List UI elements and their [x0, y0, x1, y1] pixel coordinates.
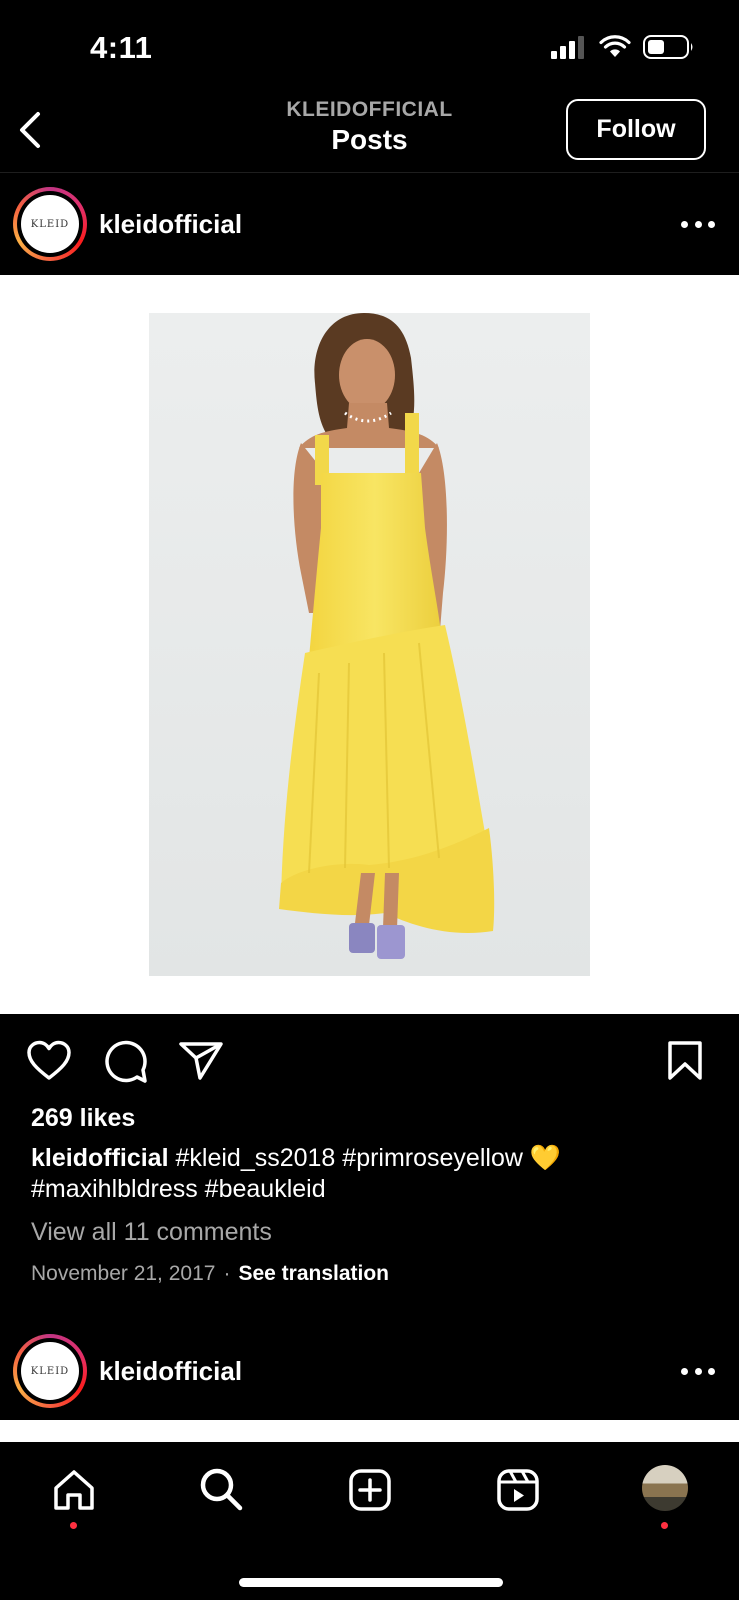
next-more-options-icon[interactable]	[681, 1366, 715, 1376]
post-photo[interactable]	[149, 313, 590, 976]
comment-bubble-icon[interactable]	[104, 1040, 148, 1084]
cellular-signal-icon	[551, 36, 584, 59]
next-post-image-edge[interactable]	[0, 1420, 739, 1442]
view-comments-link[interactable]: View all 11 comments	[31, 1218, 272, 1247]
caption-hashtags-line2[interactable]: #maxihlbldress #beaukleid	[31, 1174, 711, 1205]
post-username[interactable]: kleidofficial	[99, 209, 242, 240]
follow-button[interactable]: Follow	[566, 99, 706, 160]
next-avatar-logo-text: KLEID	[21, 1342, 79, 1400]
profile-notification-dot	[661, 1522, 668, 1529]
status-time: 4:11	[90, 30, 153, 65]
bottom-tab-bar	[0, 1442, 739, 1600]
create-plus-square-icon[interactable]	[348, 1468, 392, 1512]
caption-hashtags-line1[interactable]: #kleid_ss2018 #primroseyellow 💛	[176, 1144, 561, 1172]
send-share-icon[interactable]	[178, 1040, 224, 1082]
save-bookmark-icon[interactable]	[666, 1040, 704, 1082]
header-divider	[0, 172, 739, 173]
home-indicator	[239, 1578, 503, 1587]
home-icon[interactable]	[52, 1468, 96, 1512]
next-post-avatar[interactable]: KLEID	[13, 1334, 87, 1408]
battery-icon	[643, 35, 693, 59]
post-date-row: November 21, 2017 · See translation	[31, 1262, 389, 1286]
like-heart-icon[interactable]	[26, 1040, 72, 1082]
model-in-yellow-dress-image	[149, 313, 590, 976]
search-icon[interactable]	[198, 1466, 244, 1512]
avatar-logo-text: KLEID	[21, 195, 79, 253]
reels-icon[interactable]	[496, 1468, 540, 1512]
post-avatar[interactable]: KLEID	[13, 187, 87, 261]
post-caption: kleidofficial #kleid_ss2018 #primroseyel…	[31, 1143, 711, 1205]
status-icons	[551, 34, 695, 60]
caption-username[interactable]: kleidofficial	[31, 1144, 169, 1172]
next-post-username[interactable]: kleidofficial	[99, 1356, 242, 1387]
post-date: November 21, 2017	[31, 1262, 216, 1285]
see-translation-link[interactable]: See translation	[238, 1262, 389, 1285]
wifi-icon	[599, 35, 631, 57]
date-separator: ·	[223, 1262, 231, 1285]
more-options-icon[interactable]	[681, 219, 715, 229]
likes-count[interactable]: 269 likes	[31, 1104, 135, 1133]
profile-avatar[interactable]	[642, 1465, 688, 1511]
home-notification-dot	[70, 1522, 77, 1529]
